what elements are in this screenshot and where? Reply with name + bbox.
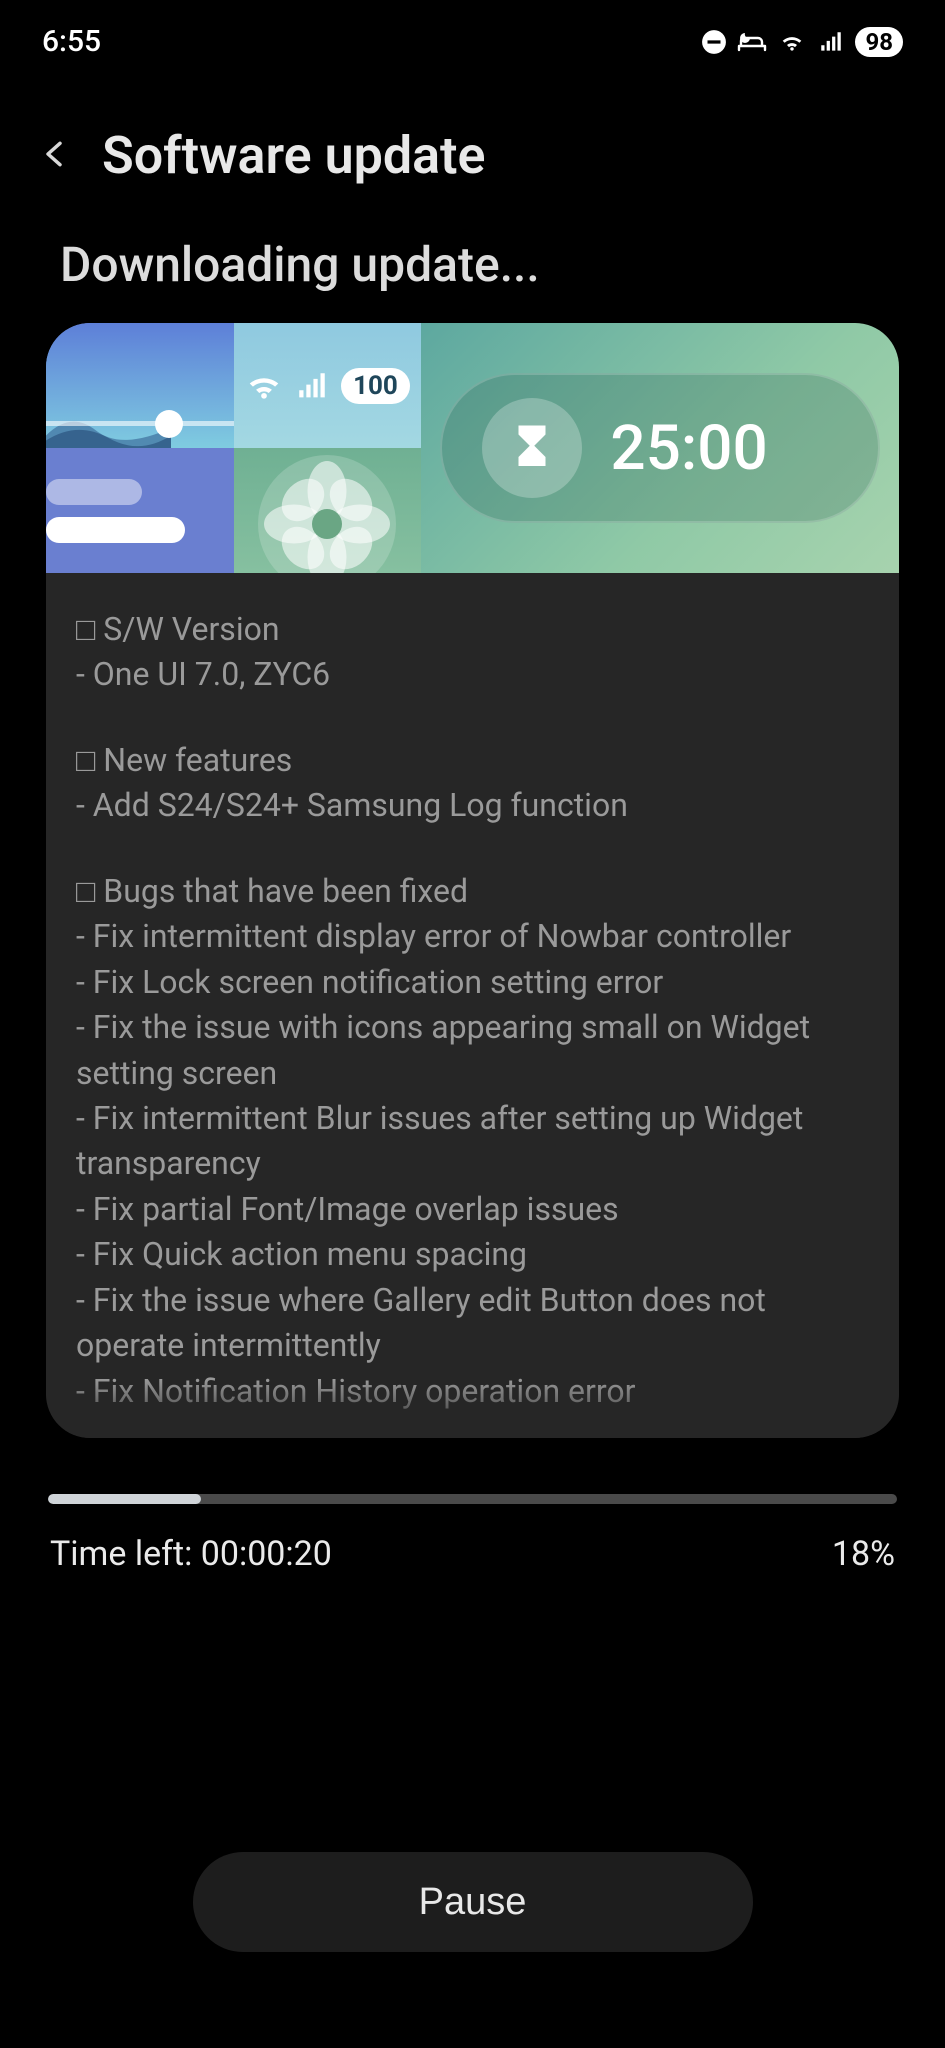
notes-features-line: - Add S24/S24+ Samsung Log function <box>76 786 628 824</box>
banner-tile-timer: 25:00 <box>421 323 899 573</box>
notes-version-line: - One UI 7.0, ZYC6 <box>76 655 330 693</box>
progress-fill <box>48 1494 201 1504</box>
banner-tile-status: 100 <box>234 323 422 573</box>
bed-icon <box>737 29 767 55</box>
release-notes[interactable]: □ S/W Version - One UI 7.0, ZYC6 □ New f… <box>46 573 899 1438</box>
banner-battery-badge: 100 <box>341 368 410 404</box>
banner-tile-slider <box>46 323 234 573</box>
status-time: 6:55 <box>42 24 101 59</box>
wifi-icon <box>245 367 283 405</box>
notes-bug-line: - Fix intermittent display error of Nowb… <box>76 917 791 955</box>
download-status-heading: Downloading update... <box>0 186 945 323</box>
progress-section <box>0 1438 945 1504</box>
notes-bug-line: - Fix Quick action menu spacing <box>76 1235 527 1273</box>
battery-badge: 98 <box>855 27 903 57</box>
pause-button[interactable]: Pause <box>193 1852 753 1952</box>
progress-info-row: Time left: 00:00:20 18% <box>0 1504 945 1574</box>
signal-icon <box>817 29 845 55</box>
update-banner: 100 <box>46 323 899 573</box>
wifi-icon <box>777 29 807 55</box>
notes-bug-line: - Fix the issue with icons appearing sma… <box>76 1008 810 1091</box>
flower-icon <box>252 449 402 573</box>
page-title: Software update <box>102 125 486 186</box>
notes-features-title: □ New features <box>76 741 292 779</box>
hourglass-icon <box>482 398 582 498</box>
page-header: Software update <box>0 71 945 186</box>
progress-bar <box>48 1494 897 1504</box>
notes-bug-line: - Fix intermittent Blur issues after set… <box>76 1099 803 1182</box>
update-card: 100 <box>46 323 899 1438</box>
back-button[interactable] <box>32 128 80 184</box>
dnd-icon <box>701 29 727 55</box>
status-bar: 6:55 98 <box>0 0 945 71</box>
notes-bugs-title: □ Bugs that have been fixed <box>76 872 468 910</box>
time-left-label: Time left: 00:00:20 <box>50 1534 332 1574</box>
notes-bug-line: - Fix the issue where Gallery edit Butto… <box>76 1281 766 1364</box>
signal-icon <box>295 369 329 403</box>
notes-version-title: □ S/W Version <box>76 610 280 648</box>
notes-bug-line: - Fix Lock screen notification setting e… <box>76 963 663 1001</box>
notes-bug-line: - Fix partial Font/Image overlap issues <box>76 1190 619 1228</box>
status-icons: 98 <box>701 27 903 57</box>
progress-percent-label: 18% <box>832 1534 895 1574</box>
banner-timer-text: 25:00 <box>610 412 767 485</box>
